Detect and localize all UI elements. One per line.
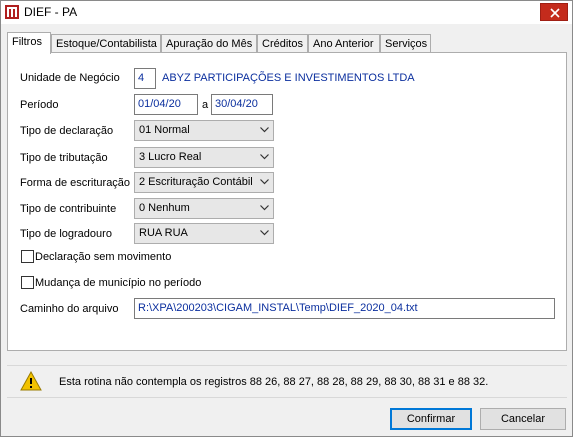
mudanca-municipio-label: Mudança de município no período <box>35 277 202 289</box>
info-message: Esta rotina não contempla os registros 8… <box>59 376 489 388</box>
tipo-tributacao-value: 3 Lucro Real <box>139 151 202 163</box>
tipo-declaracao-value: 01 Normal <box>139 124 190 136</box>
periodo-end-input[interactable]: 30/04/20 <box>211 94 273 115</box>
filters-panel: Unidade de Negócio 4 ABYZ PARTICIPAÇÕES … <box>7 52 567 351</box>
chevron-down-icon <box>260 205 269 211</box>
dialog-window: DIEF - PA Filtros Estoque/Contabilista A… <box>0 0 573 437</box>
periodo-separator: a <box>202 99 209 111</box>
tab-creditos[interactable]: Créditos <box>257 34 308 53</box>
tipo-logradouro-value: RUA RUA <box>139 227 188 239</box>
chevron-down-icon <box>260 127 269 133</box>
forma-escrituracao-value: 2 Escrituração Contábil <box>139 176 253 188</box>
declaracao-sem-movimento-label: Declaração sem movimento <box>35 251 172 263</box>
caminho-label: Caminho do arquivo <box>20 303 119 315</box>
tipo-contribuinte-select[interactable]: 0 Nenhum <box>134 198 274 219</box>
unidade-name: ABYZ PARTICIPAÇÕES E INVESTIMENTOS LTDA <box>162 72 415 84</box>
tipo-tributacao-select[interactable]: 3 Lucro Real <box>134 147 274 168</box>
periodo-label: Período <box>20 99 59 111</box>
info-bar: Esta rotina não contempla os registros 8… <box>7 365 567 398</box>
tab-apuracao-do-mes[interactable]: Apuração do Mês <box>161 34 257 53</box>
tab-filtros[interactable]: Filtros <box>7 32 51 54</box>
chevron-down-icon <box>260 154 269 160</box>
unidade-label: Unidade de Negócio <box>20 72 120 84</box>
forma-escrituracao-select[interactable]: 2 Escrituração Contábil <box>134 172 274 193</box>
declaracao-sem-movimento-checkbox[interactable] <box>21 250 34 263</box>
close-button[interactable] <box>540 3 568 21</box>
tipo-logradouro-label: Tipo de logradouro <box>20 228 112 240</box>
app-icon <box>5 5 19 19</box>
tab-estoque-contabilista[interactable]: Estoque/Contabilista <box>51 34 161 53</box>
mudanca-municipio-checkbox[interactable] <box>21 276 34 289</box>
tipo-logradouro-select[interactable]: RUA RUA <box>134 223 274 244</box>
tipo-contribuinte-label: Tipo de contribuinte <box>20 203 117 215</box>
tipo-contribuinte-value: 0 Nenhum <box>139 202 190 214</box>
chevron-down-icon <box>260 230 269 236</box>
title-bar[interactable]: DIEF - PA <box>1 1 572 24</box>
tab-servicos[interactable]: Serviços <box>380 34 431 53</box>
forma-escrituracao-label: Forma de escrituração <box>20 177 131 189</box>
caminho-input[interactable]: R:\XPA\200203\CIGAM_INSTAL\Temp\DIEF_202… <box>134 298 555 319</box>
tipo-declaracao-select[interactable]: 01 Normal <box>134 120 274 141</box>
periodo-start-input[interactable]: 01/04/20 <box>134 94 198 115</box>
warning-icon <box>20 371 42 391</box>
chevron-down-icon <box>260 179 269 185</box>
cancel-button[interactable]: Cancelar <box>480 408 566 430</box>
tipo-declaracao-label: Tipo de declaração <box>20 125 114 137</box>
tipo-tributacao-label: Tipo de tributação <box>20 152 108 164</box>
window-title: DIEF - PA <box>24 5 78 19</box>
unidade-code-input[interactable]: 4 <box>134 68 156 89</box>
confirm-button[interactable]: Confirmar <box>390 408 472 430</box>
close-icon <box>550 8 560 18</box>
tab-ano-anterior[interactable]: Ano Anterior <box>308 34 380 53</box>
